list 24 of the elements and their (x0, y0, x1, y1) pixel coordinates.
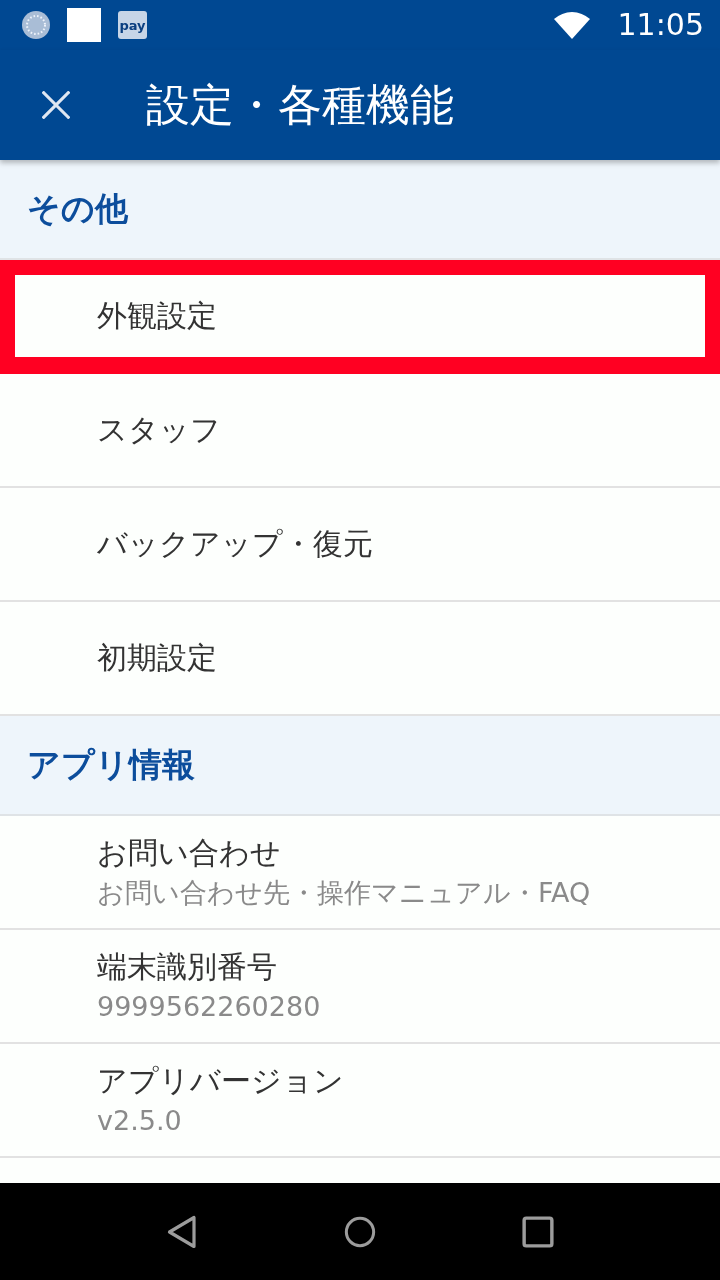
close-icon (42, 91, 70, 119)
back-icon[interactable] (166, 1214, 198, 1249)
item-title: スタッフ (97, 411, 221, 449)
item-subtitle: v2.5.0 (97, 1104, 182, 1138)
item-title: お問い合わせ (97, 834, 281, 872)
status-time: 11:05 (617, 7, 704, 43)
item-subtitle: お問い合わせ先・操作マニュアル・FAQ (97, 876, 591, 910)
section-header: その他 (0, 160, 720, 260)
item-title: アプリバージョン (97, 1062, 344, 1100)
app-notification-tile: pay (118, 11, 147, 39)
item-title: バックアップ・復元 (97, 525, 373, 563)
recents-icon[interactable] (522, 1214, 554, 1249)
menu-item[interactable]: 外観設定 (0, 260, 720, 374)
item-subtitle: 9999562260280 (97, 990, 321, 1024)
square-icon (67, 8, 101, 42)
dotted-ring-icon (22, 11, 50, 39)
item-title: 外観設定 (97, 297, 217, 335)
item-title: 初期設定 (97, 639, 217, 677)
home-icon[interactable] (344, 1214, 376, 1249)
close-button[interactable] (40, 89, 72, 121)
item-title: 端末識別番号 (97, 948, 277, 986)
section-header: アプリ情報 (0, 716, 720, 816)
screen-title: 設定・各種機能 (146, 78, 454, 132)
wifi-icon (553, 11, 590, 39)
